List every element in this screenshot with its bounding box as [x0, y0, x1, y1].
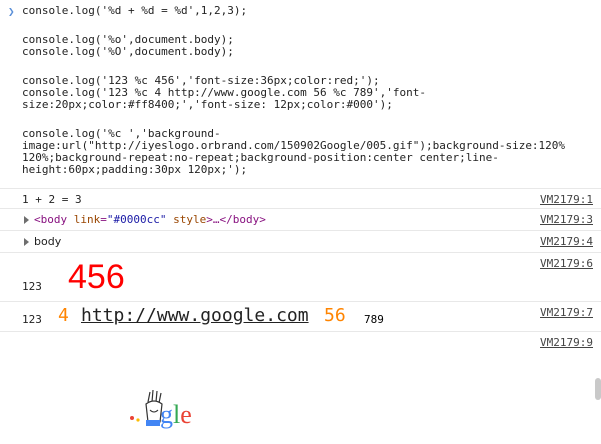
tag-open: <body [34, 213, 68, 226]
code-line: console.log('%O',document.body); [22, 45, 234, 58]
google-doodle-image: gle gle [128, 380, 208, 440]
console-message-background-image: VM2179:9 gle gle [0, 332, 601, 444]
element-preview[interactable]: <body link="#0000cc" style>…</body> [34, 213, 266, 226]
styled-link[interactable]: http://www.google.com [81, 305, 309, 327]
styled-part-789: 789 [364, 313, 384, 326]
attr-link-name: link [67, 213, 101, 226]
console-message-sum: 1 + 2 = 3 VM2179:1 [0, 189, 601, 208]
message-text: 1 + 2 = 3 [22, 193, 82, 206]
message-prefix: 123 [22, 313, 42, 326]
console-message-body-object[interactable]: body VM2179:4 [0, 231, 601, 252]
message-prefix: 123 [22, 280, 42, 293]
tag-close: >…</body> [206, 213, 266, 226]
logo-text: gle [160, 400, 192, 429]
attr-equals: = [100, 213, 107, 226]
source-link[interactable]: VM2179:4 [540, 235, 593, 248]
source-link[interactable]: VM2179:1 [540, 193, 593, 206]
source-link[interactable]: VM2179:3 [540, 213, 593, 226]
chevron-right-icon: ❯ [8, 5, 15, 18]
attr-style-name: style [166, 213, 207, 226]
expand-triangle-icon[interactable] [24, 216, 29, 224]
attr-link-value: "#0000cc" [106, 213, 167, 226]
console-message-styled-large: 123 456 VM2179:6 [0, 253, 601, 301]
code-line: size:20px;color:#ff8400;','font-size: 12… [22, 98, 393, 111]
styled-part-4: 4 [58, 305, 69, 326]
source-link[interactable]: VM2179:9 [540, 336, 593, 349]
console-message-body-element[interactable]: <body link="#0000cc" style>…</body> VM21… [0, 209, 601, 230]
styled-part-56: 56 [324, 305, 346, 326]
scrollbar-thumb[interactable] [595, 378, 601, 400]
expand-triangle-icon[interactable] [24, 238, 29, 246]
code-line: height:60px;padding:30px 120px;'); [22, 163, 248, 176]
object-label[interactable]: body [34, 235, 61, 248]
styled-large-text: 456 [68, 258, 125, 296]
code-line: console.log('%d + %d = %d',1,2,3); [22, 4, 248, 17]
source-link[interactable]: VM2179:6 [540, 257, 593, 270]
source-link[interactable]: VM2179:7 [540, 306, 593, 319]
console-message-styled-mixed: 123 4 http://www.google.com 56 789 VM217… [0, 302, 601, 331]
